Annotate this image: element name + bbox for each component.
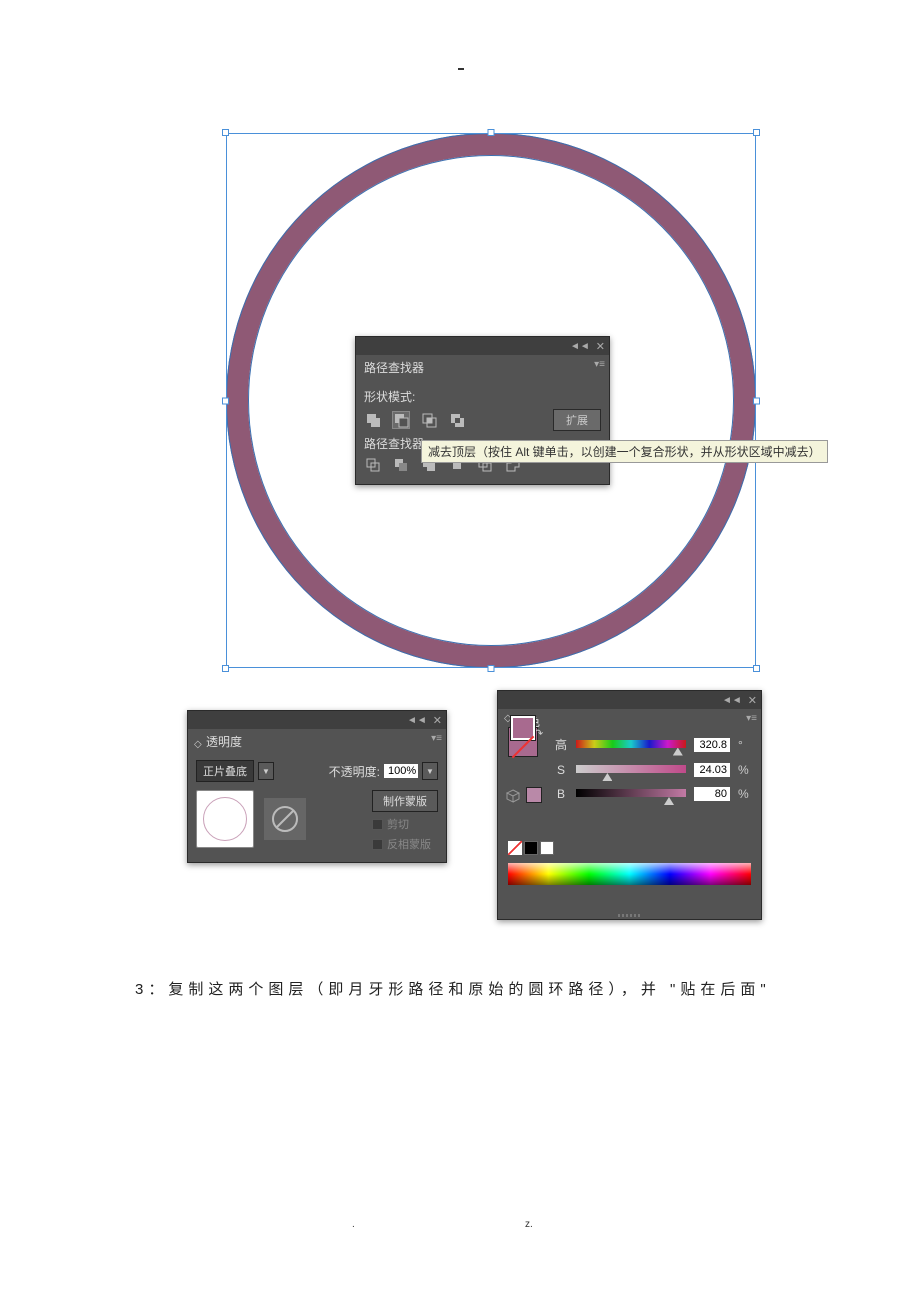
close-icon[interactable]: ✕ bbox=[596, 340, 605, 353]
panel-header[interactable]: ◄◄ ✕ bbox=[188, 711, 446, 729]
expand-button[interactable]: 扩展 bbox=[553, 409, 601, 431]
top-dash bbox=[458, 68, 464, 70]
resize-handle-bm[interactable] bbox=[488, 665, 495, 672]
close-icon[interactable]: ✕ bbox=[433, 714, 442, 727]
panel-menu-icon[interactable]: ▾≡ bbox=[746, 713, 757, 724]
footer-mark-a: . bbox=[352, 1219, 355, 1230]
resize-handle-tr[interactable] bbox=[753, 129, 760, 136]
secondary-swatch[interactable] bbox=[526, 787, 542, 803]
make-mask-button[interactable]: 制作蒙版 bbox=[372, 790, 438, 812]
mask-thumbnail-empty[interactable] bbox=[264, 798, 306, 840]
hue-label: 高 bbox=[554, 736, 568, 753]
brightness-slider[interactable] bbox=[576, 789, 686, 799]
minus-front-tooltip: 减去顶层（按住 Alt 键单击，以创建一个复合形状，并从形状区域中减去） bbox=[421, 440, 828, 463]
resize-handle-mr[interactable] bbox=[753, 397, 760, 404]
footer-mark-b: z. bbox=[525, 1219, 533, 1230]
saturation-label: S bbox=[554, 763, 568, 777]
transparency-tab[interactable]: 透明度 bbox=[188, 729, 446, 754]
black-swatch[interactable] bbox=[524, 841, 538, 855]
color-panel[interactable]: ◄◄ ✕ ◇ 颜色 ▾≡ ↷ 高 320.8 ° S 24.03 bbox=[497, 690, 762, 920]
collapse-icon[interactable]: ◄◄ bbox=[722, 695, 742, 706]
hue-input[interactable]: 320.8 bbox=[694, 738, 730, 752]
clip-checkbox[interactable] bbox=[372, 819, 383, 830]
saturation-input[interactable]: 24.03 bbox=[694, 763, 730, 777]
white-swatch[interactable] bbox=[540, 841, 554, 855]
pathfinder-tab[interactable]: 路径查找器 bbox=[356, 355, 609, 380]
intersect-icon[interactable] bbox=[420, 411, 438, 429]
panel-menu-icon[interactable]: ▾≡ bbox=[594, 359, 605, 370]
thumb-circle-icon bbox=[203, 797, 247, 841]
opacity-label: 不透明度: bbox=[329, 763, 380, 780]
none-color-swatch[interactable] bbox=[508, 841, 522, 855]
exclude-icon[interactable] bbox=[448, 411, 466, 429]
resize-handle-ml[interactable] bbox=[222, 397, 229, 404]
blend-mode-select[interactable]: 正片叠底 bbox=[196, 760, 254, 782]
color-spectrum[interactable] bbox=[508, 863, 751, 885]
panel-menu-icon[interactable]: ▾≡ bbox=[431, 733, 442, 744]
collapse-icon[interactable]: ◄◄ bbox=[570, 341, 590, 352]
resize-handle-tm[interactable] bbox=[488, 129, 495, 136]
panel-header[interactable]: ◄◄ ✕ bbox=[356, 337, 609, 355]
invert-mask-checkbox[interactable] bbox=[372, 839, 383, 850]
saturation-slider[interactable] bbox=[576, 765, 686, 775]
resize-handle-br[interactable] bbox=[753, 665, 760, 672]
trim-icon[interactable] bbox=[392, 456, 410, 474]
saturation-unit: % bbox=[738, 763, 748, 777]
color-model-icon[interactable] bbox=[506, 789, 520, 803]
brightness-unit: % bbox=[738, 787, 748, 801]
hue-unit: ° bbox=[738, 738, 748, 752]
brightness-label: B bbox=[554, 787, 568, 801]
expand-toggle-icon[interactable]: ◇ bbox=[194, 739, 202, 750]
opacity-value-input[interactable]: 100% bbox=[384, 764, 418, 778]
shape-mode-label: 形状模式: bbox=[364, 388, 601, 405]
hue-slider[interactable] bbox=[576, 740, 686, 750]
object-thumbnail[interactable] bbox=[196, 790, 254, 848]
opacity-dropdown-icon[interactable]: ▼ bbox=[422, 762, 438, 780]
unite-icon[interactable] bbox=[364, 411, 382, 429]
clip-label: 剪切 bbox=[387, 816, 409, 832]
resize-grip-icon[interactable] bbox=[618, 914, 642, 917]
step-caption: 3：复制这两个图层（即月牙形路径和原始的圆环路径），并 "贴在后面" bbox=[135, 978, 771, 999]
transparency-panel[interactable]: ◄◄ ✕ ◇ 透明度 ▾≡ 正片叠底 ▼ 不透明度: 100% ▼ 制作蒙版 剪… bbox=[187, 710, 447, 863]
close-icon[interactable]: ✕ bbox=[748, 694, 757, 707]
blend-mode-dropdown-icon[interactable]: ▼ bbox=[258, 762, 274, 780]
divide-icon[interactable] bbox=[364, 456, 382, 474]
resize-handle-bl[interactable] bbox=[222, 665, 229, 672]
panel-header[interactable]: ◄◄ ✕ bbox=[498, 691, 761, 709]
collapse-icon[interactable]: ◄◄ bbox=[407, 715, 427, 726]
brightness-input[interactable]: 80 bbox=[694, 787, 730, 801]
resize-handle-tl[interactable] bbox=[222, 129, 229, 136]
minus-front-icon[interactable] bbox=[392, 411, 410, 429]
invert-mask-label: 反相蒙版 bbox=[387, 836, 431, 852]
